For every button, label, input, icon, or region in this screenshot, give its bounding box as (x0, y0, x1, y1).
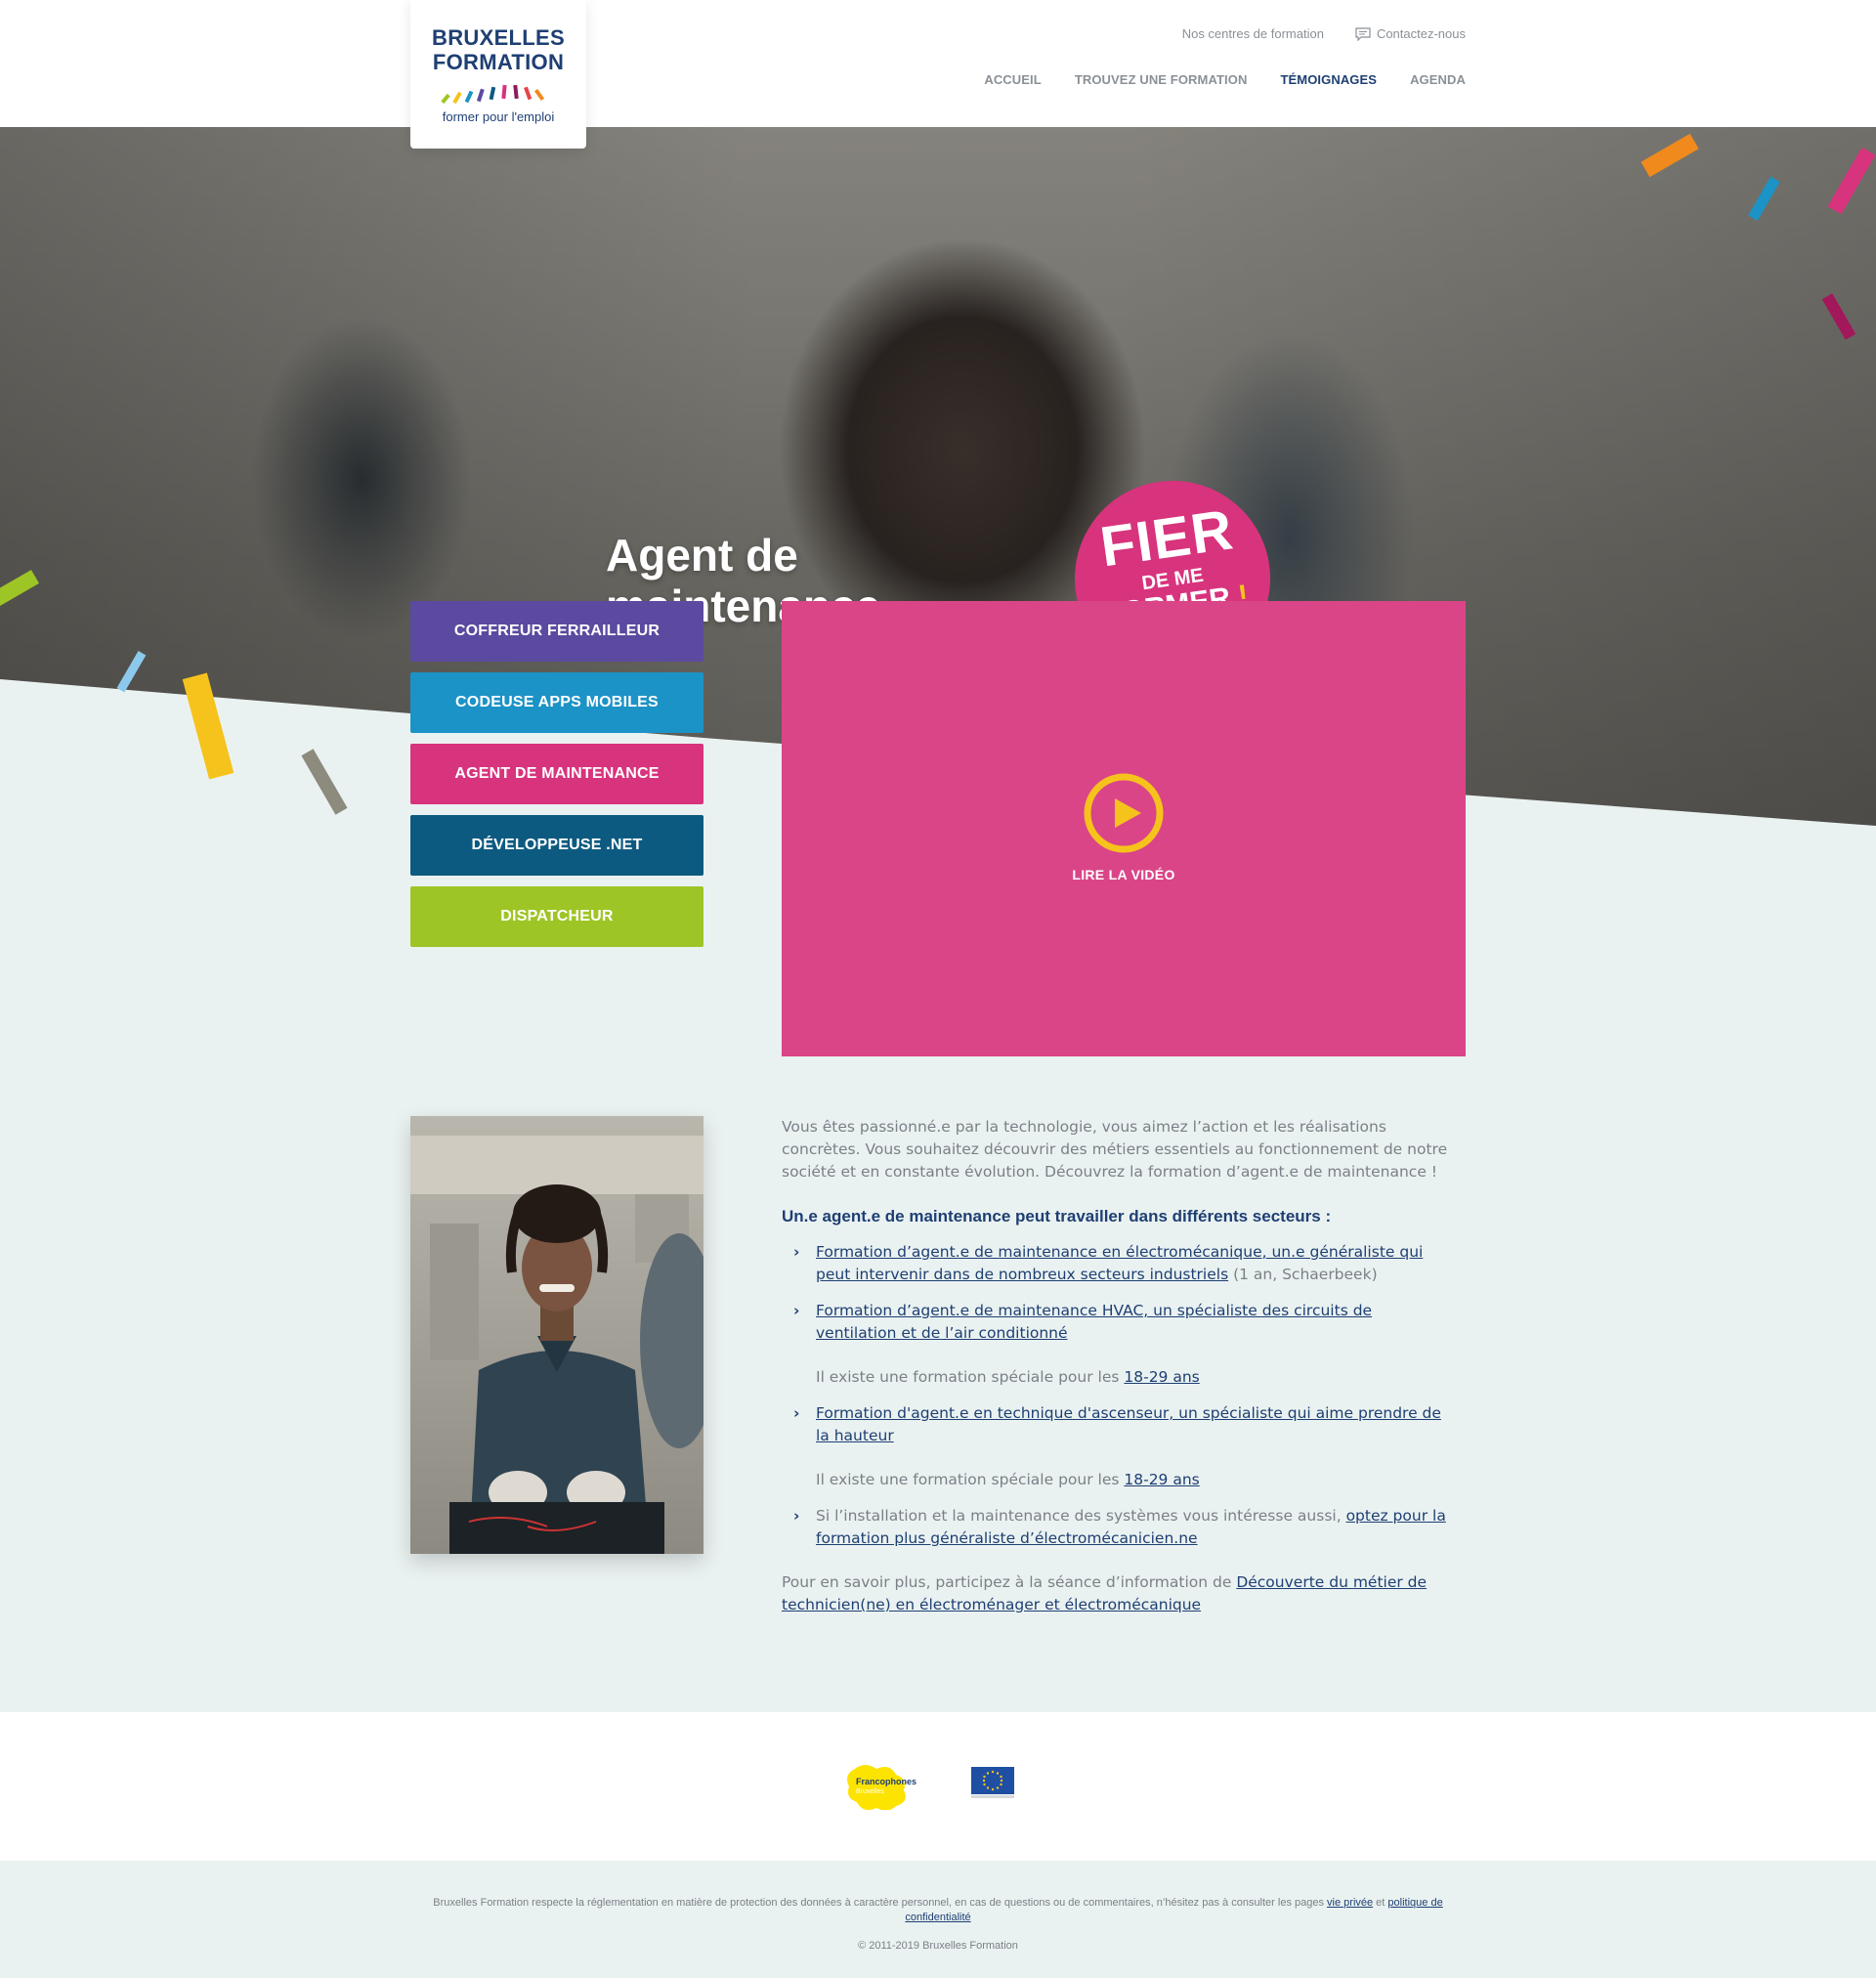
logo-line-1: BRUXELLES (432, 25, 565, 50)
confetti-orange (1641, 133, 1699, 178)
logo[interactable]: BRUXELLES FORMATION former pour l'emploi (410, 0, 586, 149)
item1-suffix: (1 an, Schaerbeek) (1228, 1266, 1378, 1283)
list-item: › Formation d'agent.e en technique d'asc… (782, 1402, 1456, 1447)
list-item: › Formation d’agent.e de maintenance en … (782, 1241, 1456, 1286)
link-18-29-b[interactable]: 18-29 ans (1124, 1471, 1199, 1488)
testimonial-btn-coffreur[interactable]: COFFREUR FERRAILLEUR (410, 601, 704, 662)
footer-legal: Bruxelles Formation respecte la réglemen… (420, 1896, 1456, 1925)
chevron-right-icon: › (793, 1302, 800, 1319)
chat-icon (1355, 26, 1371, 41)
testimonial-btn-dispatcheur[interactable]: DISPATCHEUR (410, 886, 704, 947)
confetti-pink (1827, 147, 1876, 215)
link-ascenseur[interactable]: Formation d'agent.e en technique d'ascen… (816, 1404, 1441, 1444)
sectors-list-3: › Si l’installation et la maintenance de… (782, 1505, 1456, 1550)
site-header: BRUXELLES FORMATION former pour l'emploi… (0, 0, 1876, 149)
site-footer: Bruxelles Formation respecte la réglemen… (0, 1861, 1876, 1978)
eu-flag-logo[interactable] (971, 1767, 1014, 1798)
link-vie-privee[interactable]: vie privée (1327, 1897, 1373, 1909)
fwb-logo[interactable]: Francophones Bruxelles (840, 1761, 928, 1810)
link-18-29-a[interactable]: 18-29 ans (1124, 1368, 1199, 1386)
intro-paragraph: Vous êtes passionné.e par la technologie… (782, 1118, 1448, 1181)
outro-text: Pour en savoir plus, participez à la séa… (782, 1573, 1237, 1591)
main-nav: ACCUEIL TROUVEZ UNE FORMATION TÉMOIGNAGE… (984, 72, 1466, 87)
fwb-sub: Bruxelles (856, 1788, 884, 1795)
sectors-list-2: › Formation d'agent.e en technique d'asc… (782, 1402, 1456, 1447)
nav-contact-link[interactable]: Contactez-nous (1355, 26, 1466, 41)
confetti-plum (1821, 293, 1856, 340)
logo-line-2: FORMATION (432, 50, 565, 74)
chevron-right-icon: › (793, 1404, 800, 1422)
nav-agenda[interactable]: AGENDA (1410, 72, 1466, 87)
partners-band: Francophones Bruxelles (0, 1712, 1876, 1861)
chevron-right-icon: › (793, 1243, 800, 1261)
hero-title-line-1: Agent de (606, 530, 798, 580)
footer-and: et (1373, 1897, 1388, 1909)
confetti-grey (301, 749, 348, 815)
note1-text: Il existe une formation spéciale pour le… (816, 1368, 1125, 1386)
testimonial-btn-developpeuse[interactable]: DÉVELOPPEUSE .NET (410, 815, 704, 876)
item4-text: Si l’installation et la maintenance des … (816, 1507, 1346, 1525)
testimonial-btn-codeuse[interactable]: CODEUSE APPS MOBILES (410, 672, 704, 733)
video-label[interactable]: LIRE LA VIDÉO (782, 867, 1466, 882)
sectors-list: › Formation d’agent.e de maintenance en … (782, 1241, 1456, 1345)
outro-paragraph: Pour en savoir plus, participez à la séa… (782, 1571, 1456, 1616)
sectors-heading: Un.e agent.e de maintenance peut travail… (782, 1207, 1332, 1226)
testimonial-btn-agent[interactable]: AGENT DE MAINTENANCE (410, 744, 704, 804)
note-18-29-a: Il existe une formation spéciale pour le… (782, 1366, 1456, 1389)
logo-tagline: former pour l'emploi (442, 109, 555, 124)
note-18-29-b: Il existe une formation spéciale pour le… (782, 1469, 1456, 1491)
confetti-green (0, 570, 39, 613)
video-player[interactable]: LIRE LA VIDÉO (782, 601, 1466, 1056)
nav-centres-link[interactable]: Nos centres de formation (1182, 26, 1324, 41)
utility-nav: Nos centres de formation Contactez-nous (1182, 26, 1466, 41)
confetti-yellow (182, 672, 234, 780)
link-hvac[interactable]: Formation d’agent.e de maintenance HVAC,… (816, 1302, 1372, 1342)
confetti-lightblue (116, 650, 147, 693)
nav-centres-label: Nos centres de formation (1181, 26, 1324, 41)
nav-trouvez-formation[interactable]: TROUVEZ UNE FORMATION (1075, 72, 1248, 87)
article-content: Vous êtes passionné.e par la technologie… (782, 1116, 1456, 1616)
confetti-blue (1748, 176, 1780, 221)
testimonials-list: COFFREUR FERRAILLEUR CODEUSE APPS MOBILE… (410, 601, 704, 947)
portrait-illustration (410, 1116, 704, 1554)
confetti-lower (116, 650, 348, 815)
note2-text: Il existe une formation spéciale pour le… (816, 1471, 1125, 1488)
chevron-right-icon: › (793, 1507, 800, 1525)
footer-copyright: © 2011-2019 Bruxelles Formation (858, 1940, 1018, 1952)
footer-legal-text: Bruxelles Formation respecte la réglemen… (433, 1897, 1328, 1909)
fwb-label: Francophones (856, 1777, 917, 1786)
nav-accueil[interactable]: ACCUEIL (984, 72, 1041, 87)
portrait-photo (410, 1116, 704, 1554)
list-item: › Formation d’agent.e de maintenance HVA… (782, 1300, 1456, 1345)
list-item: › Si l’installation et la maintenance de… (782, 1505, 1456, 1550)
logo-stripes-icon (441, 84, 545, 104)
play-icon[interactable] (1083, 772, 1165, 854)
nav-contact-label: Contactez-nous (1376, 26, 1466, 41)
nav-temoignages[interactable]: TÉMOIGNAGES (1280, 72, 1377, 87)
